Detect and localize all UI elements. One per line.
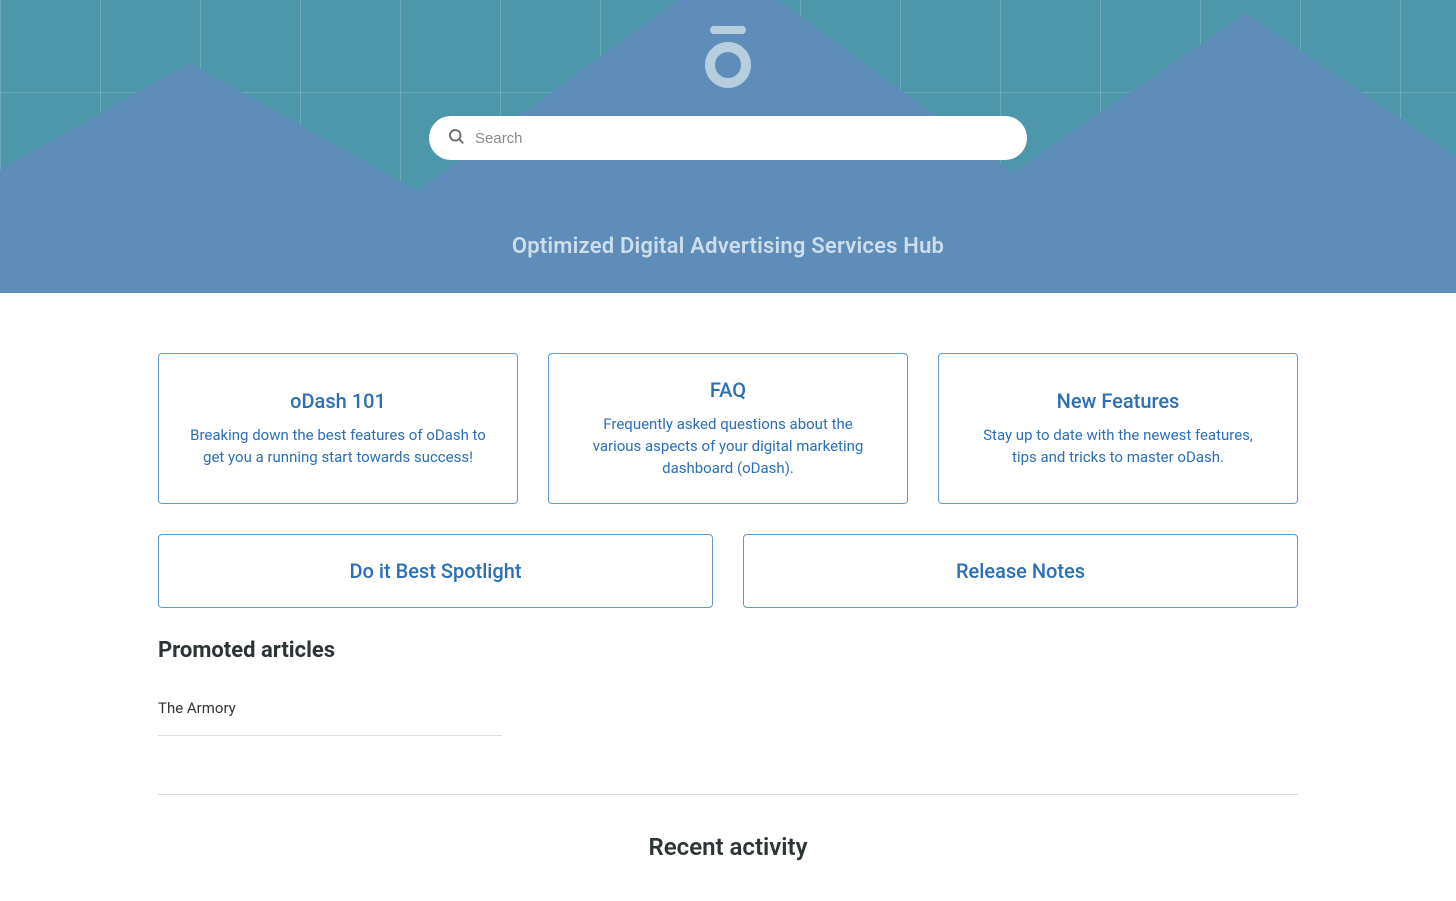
main-content: oDash 101 Breaking down the best feature… — [158, 293, 1298, 901]
card-desc: Breaking down the best features of oDash… — [189, 425, 487, 469]
promoted-articles-list: The Armory — [158, 695, 502, 736]
category-cards-row-1: oDash 101 Breaking down the best feature… — [158, 353, 1298, 504]
odash-logo-icon — [705, 26, 751, 88]
card-title: New Features — [969, 389, 1267, 413]
hero-tagline: Optimized Digital Advertising Services H… — [512, 234, 944, 259]
section-divider — [158, 794, 1298, 795]
card-release-notes[interactable]: Release Notes — [743, 534, 1298, 608]
card-title: Do it Best Spotlight — [189, 559, 682, 583]
search-icon — [447, 127, 465, 149]
card-desc: Frequently asked questions about the var… — [579, 414, 877, 479]
recent-activity-heading: Recent activity — [158, 833, 1298, 861]
card-title: Release Notes — [774, 559, 1267, 583]
search-input[interactable] — [475, 130, 1009, 147]
search-bar[interactable] — [429, 116, 1027, 160]
card-odash-101[interactable]: oDash 101 Breaking down the best feature… — [158, 353, 518, 504]
hero-banner: Optimized Digital Advertising Services H… — [0, 0, 1456, 293]
card-desc: Stay up to date with the newest features… — [969, 425, 1267, 469]
category-cards-row-2: Do it Best Spotlight Release Notes — [158, 534, 1298, 608]
promoted-article-link[interactable]: The Armory — [158, 695, 502, 736]
promoted-articles-heading: Promoted articles — [158, 638, 1298, 663]
card-new-features[interactable]: New Features Stay up to date with the ne… — [938, 353, 1298, 504]
card-title: oDash 101 — [189, 389, 487, 413]
card-faq[interactable]: FAQ Frequently asked questions about the… — [548, 353, 908, 504]
card-title: FAQ — [579, 378, 877, 402]
card-do-it-best-spotlight[interactable]: Do it Best Spotlight — [158, 534, 713, 608]
